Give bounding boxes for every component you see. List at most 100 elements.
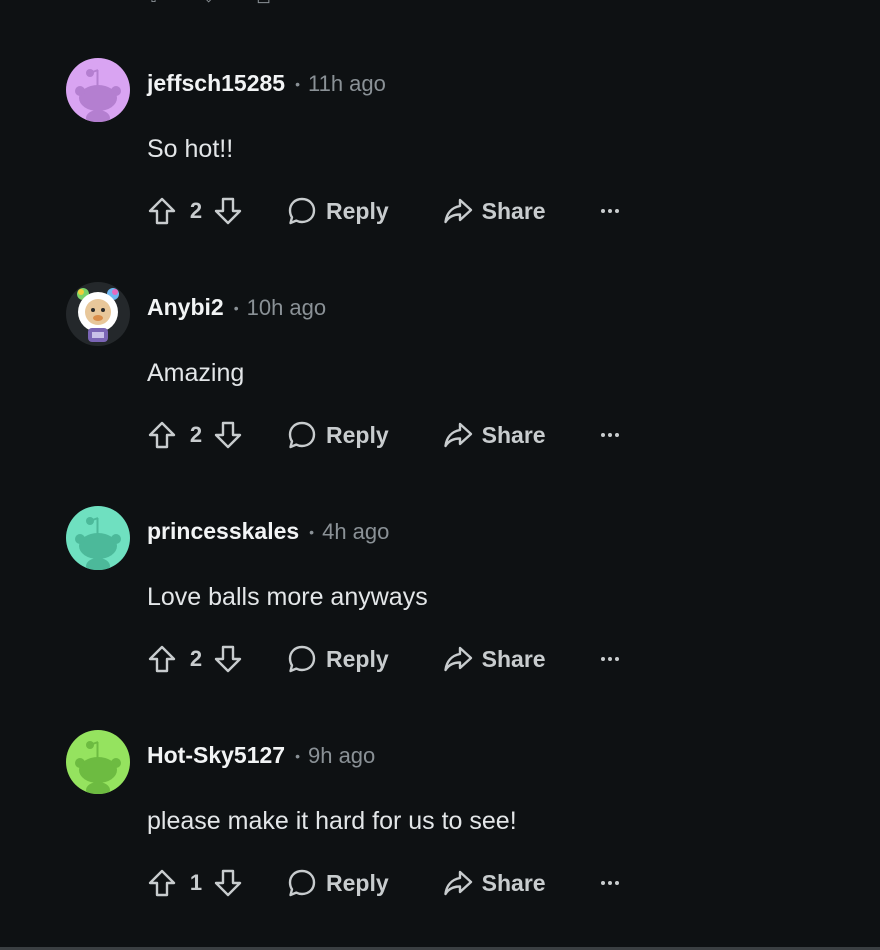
- comment-text: So hot!!: [147, 135, 234, 163]
- comment: princesskales • 4h ago Love balls more a…: [66, 506, 826, 706]
- more-dot-icon: [607, 433, 612, 437]
- more-dot-icon: [614, 433, 619, 437]
- vote-score: 2: [189, 646, 203, 671]
- arrow-down-icon: [214, 197, 242, 225]
- share-arrow-icon: [443, 198, 472, 224]
- snoo-avatar-icon: [66, 506, 130, 570]
- avatar[interactable]: [66, 58, 130, 122]
- downvote-button[interactable]: [213, 195, 243, 227]
- username[interactable]: Hot-Sky5127: [147, 742, 285, 769]
- arrow-up-icon: [148, 197, 176, 225]
- upvote-button[interactable]: [147, 867, 177, 899]
- arrow-up-icon: [148, 645, 176, 673]
- more-dot-icon: [614, 881, 619, 885]
- more-dot-icon: [600, 881, 605, 885]
- vote-group: 1: [147, 867, 243, 899]
- timestamp[interactable]: 4h ago: [322, 519, 389, 545]
- separator-dot: •: [233, 299, 239, 316]
- previous-comment-actions-stub: ⇧ ⇩ ◻: [146, 0, 271, 7]
- downvote-icon[interactable]: ⇩: [201, 0, 216, 7]
- reply-label: Reply: [326, 197, 389, 224]
- upvote-button[interactable]: [147, 195, 177, 227]
- share-arrow-icon: [443, 422, 472, 448]
- more-dot-icon: [607, 881, 612, 885]
- comment-actions: 2 Reply Share: [147, 418, 622, 452]
- share-label: Share: [481, 645, 546, 672]
- snoo-avatar-icon: [66, 58, 130, 122]
- more-dot-icon: [607, 657, 612, 661]
- arrow-up-icon: [148, 869, 176, 897]
- snoo-avatar-icon: [66, 730, 130, 794]
- share-label: Share: [481, 197, 546, 224]
- share-button[interactable]: Share: [442, 195, 546, 227]
- timestamp[interactable]: 9h ago: [308, 743, 375, 769]
- share-label: Share: [481, 869, 546, 896]
- username[interactable]: jeffsch15285: [147, 70, 285, 97]
- arrow-up-icon: [148, 421, 176, 449]
- reply-button[interactable]: Reply: [286, 643, 389, 675]
- upvote-icon[interactable]: ⇧: [146, 0, 161, 7]
- timestamp[interactable]: 10h ago: [247, 295, 327, 321]
- upvote-button[interactable]: [147, 419, 177, 451]
- comment-actions: 2 Reply Share: [147, 642, 622, 676]
- reply-label: Reply: [326, 645, 389, 672]
- avatar[interactable]: [66, 282, 130, 346]
- timestamp[interactable]: 11h ago: [308, 71, 386, 97]
- more-dot-icon: [607, 209, 612, 213]
- arrow-down-icon: [214, 869, 242, 897]
- custom-character-avatar-icon: [66, 282, 130, 346]
- reply-button[interactable]: Reply: [286, 867, 389, 899]
- username[interactable]: princesskales: [147, 518, 299, 545]
- separator-dot: •: [309, 523, 315, 540]
- share-button[interactable]: Share: [442, 643, 546, 675]
- share-label: Share: [481, 421, 546, 448]
- chat-bubble-icon: [288, 869, 316, 897]
- vote-score: 2: [189, 198, 203, 223]
- avatar[interactable]: [66, 730, 130, 794]
- more-dot-icon: [600, 209, 605, 213]
- downvote-button[interactable]: [213, 867, 243, 899]
- reply-button[interactable]: Reply: [286, 195, 389, 227]
- upvote-button[interactable]: [147, 643, 177, 675]
- arrow-down-icon: [214, 645, 242, 673]
- reply-button[interactable]: Reply: [286, 419, 389, 451]
- comment-text: Love balls more anyways: [147, 583, 428, 611]
- more-options-button[interactable]: [598, 647, 622, 671]
- more-options-button[interactable]: [598, 199, 622, 223]
- chat-bubble-icon: [288, 197, 316, 225]
- more-dot-icon: [600, 433, 605, 437]
- comment: jeffsch15285 • 11h ago So hot!! 2 Reply: [66, 58, 826, 258]
- reply-label: Reply: [326, 869, 389, 896]
- chat-bubble-icon: [288, 645, 316, 673]
- vote-group: 2: [147, 419, 243, 451]
- vote-group: 2: [147, 643, 243, 675]
- reply-icon[interactable]: ◻: [256, 0, 271, 7]
- more-dot-icon: [614, 657, 619, 661]
- more-dot-icon: [614, 209, 619, 213]
- more-options-button[interactable]: [598, 871, 622, 895]
- share-button[interactable]: Share: [442, 419, 546, 451]
- downvote-button[interactable]: [213, 643, 243, 675]
- vote-group: 2: [147, 195, 243, 227]
- separator-dot: •: [295, 747, 300, 764]
- separator-dot: •: [295, 75, 300, 92]
- username[interactable]: Anybi2: [147, 294, 224, 321]
- arrow-down-icon: [214, 421, 242, 449]
- avatar[interactable]: [66, 506, 130, 570]
- more-dot-icon: [600, 657, 605, 661]
- comment: Anybi2 • 10h ago Amazing 2 Reply Share: [66, 282, 826, 482]
- comment-text: please make it hard for us to see!: [147, 807, 517, 835]
- vote-score: 2: [189, 422, 203, 447]
- reply-label: Reply: [326, 421, 389, 448]
- share-arrow-icon: [443, 646, 472, 672]
- comment-text: Amazing: [147, 359, 245, 387]
- chat-bubble-icon: [288, 421, 316, 449]
- comment-actions: 2 Reply Share: [147, 194, 622, 228]
- vote-score: 1: [189, 870, 203, 895]
- comment-actions: 1 Reply Share: [147, 866, 622, 900]
- more-options-button[interactable]: [598, 423, 622, 447]
- downvote-button[interactable]: [213, 419, 243, 451]
- share-button[interactable]: Share: [442, 867, 546, 899]
- share-arrow-icon: [443, 870, 472, 896]
- comment: Hot-Sky5127 • 9h ago please make it hard…: [66, 730, 826, 930]
